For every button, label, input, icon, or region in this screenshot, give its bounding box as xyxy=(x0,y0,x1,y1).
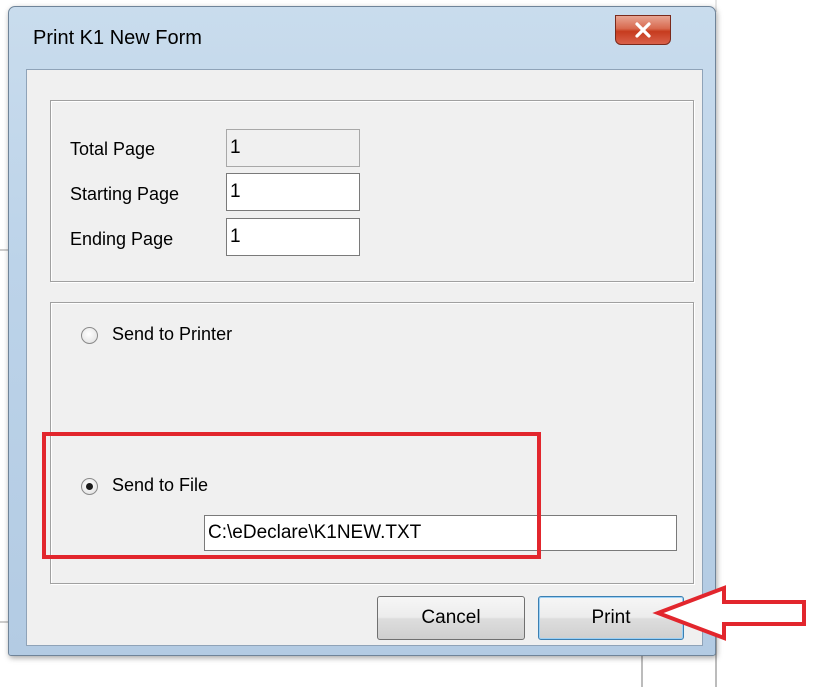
annotation-highlight-box xyxy=(42,432,541,559)
send-to-printer-label[interactable]: Send to Printer xyxy=(112,324,232,345)
dialog-client-area: Total Page Starting Page Ending Page Sen… xyxy=(26,69,703,646)
close-button[interactable] xyxy=(615,15,671,45)
starting-page-input[interactable] xyxy=(226,173,360,211)
ending-page-input[interactable] xyxy=(226,218,360,256)
annotation-arrow-icon xyxy=(652,585,806,641)
starting-page-label: Starting Page xyxy=(70,184,180,204)
close-icon xyxy=(635,22,651,38)
ending-page-label: Ending Page xyxy=(70,229,174,249)
window-title: Print K1 New Form xyxy=(33,27,202,49)
cancel-button[interactable]: Cancel xyxy=(377,596,525,640)
total-page-label: Total Page xyxy=(70,139,156,159)
total-page-field xyxy=(226,129,360,167)
page-range-group: Total Page Starting Page Ending Page xyxy=(50,100,694,282)
send-to-printer-radio[interactable] xyxy=(81,327,98,344)
